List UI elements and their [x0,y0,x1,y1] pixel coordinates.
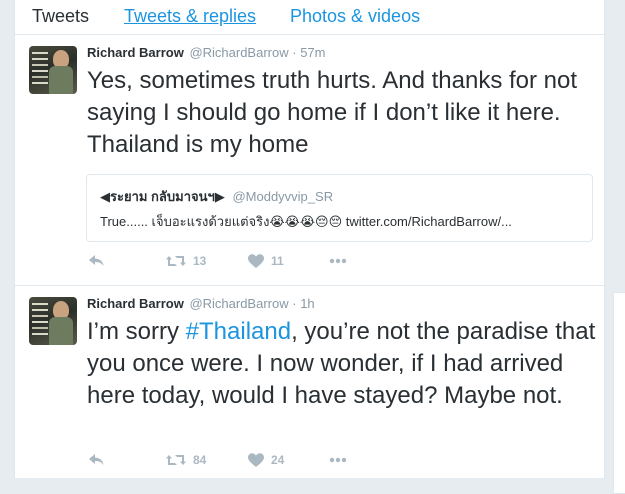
heart-icon [248,453,264,467]
separator: · [292,296,297,311]
reply-button[interactable] [87,253,105,269]
retweet-button[interactable]: 84 [165,452,206,468]
more-button[interactable] [328,452,348,468]
tab-tweets[interactable]: Tweets [32,6,89,27]
profile-timeline: Tweets Tweets & replies Photos & videos … [14,0,605,478]
sidebar-panel [613,292,625,494]
tweet-header: Richard Barrow @RichardBarrow · 57m [87,45,326,60]
tweet-text: Yes, sometimes truth hurts. And thanks f… [87,67,578,158]
avatar[interactable] [29,297,77,345]
retweet-button[interactable]: 13 [165,253,206,269]
user-handle[interactable]: @RichardBarrow [189,296,288,311]
profile-tabs: Tweets Tweets & replies Photos & videos [15,0,604,35]
tweet[interactable]: Richard Barrow @RichardBarrow · 1h I’m s… [15,286,604,478]
user-handle[interactable]: @RichardBarrow [189,45,288,60]
separator: · [292,45,297,60]
tweet[interactable]: Richard Barrow @RichardBarrow · 57m Yes,… [15,35,604,286]
reply-button[interactable] [87,452,105,468]
heart-icon [248,254,264,268]
tweet-header: Richard Barrow @RichardBarrow · 1h [87,296,315,311]
retweet-icon [166,455,186,465]
user-name[interactable]: Richard Barrow [87,296,184,311]
reply-icon [89,255,104,266]
reply-icon [89,454,104,465]
like-button[interactable]: 11 [247,253,284,269]
retweet-count: 84 [193,453,207,467]
like-button[interactable]: 24 [247,452,284,468]
tab-photos-and-videos[interactable]: Photos & videos [290,6,420,27]
quoted-tweet-text: True...... เจ็บอะแรงด้วยแต่จริง😭😭😭😔😔 [100,214,346,229]
hashtag-link[interactable]: #Thailand [186,318,291,345]
more-icon [329,457,347,463]
tweet-timestamp[interactable]: 1h [300,296,314,311]
tweet-text: I’m sorry #Thailand, you’re not the para… [87,316,597,412]
quoted-tweet-link[interactable]: twitter.com/RichardBarrow/... [346,214,512,229]
like-count: 24 [271,453,285,467]
quoted-user-name: ◀ระยาม กลับมาจนฯ▶ [100,189,225,204]
tab-tweets-and-replies[interactable]: Tweets & replies [124,6,256,27]
retweet-count: 13 [193,254,207,268]
like-count: 11 [271,254,284,268]
tweet-timestamp[interactable]: 57m [300,45,325,60]
tweet-text-start: I’m sorry [87,318,186,345]
quoted-tweet[interactable]: ◀ระยาม กลับมาจนฯ▶ @Moddyvvip_SR True....… [86,174,593,242]
quoted-user-handle: @Moddyvvip_SR [232,189,334,204]
more-button[interactable] [328,253,348,269]
avatar[interactable] [29,46,77,94]
retweet-icon [166,256,186,266]
user-name[interactable]: Richard Barrow [87,45,184,60]
more-icon [329,258,347,264]
